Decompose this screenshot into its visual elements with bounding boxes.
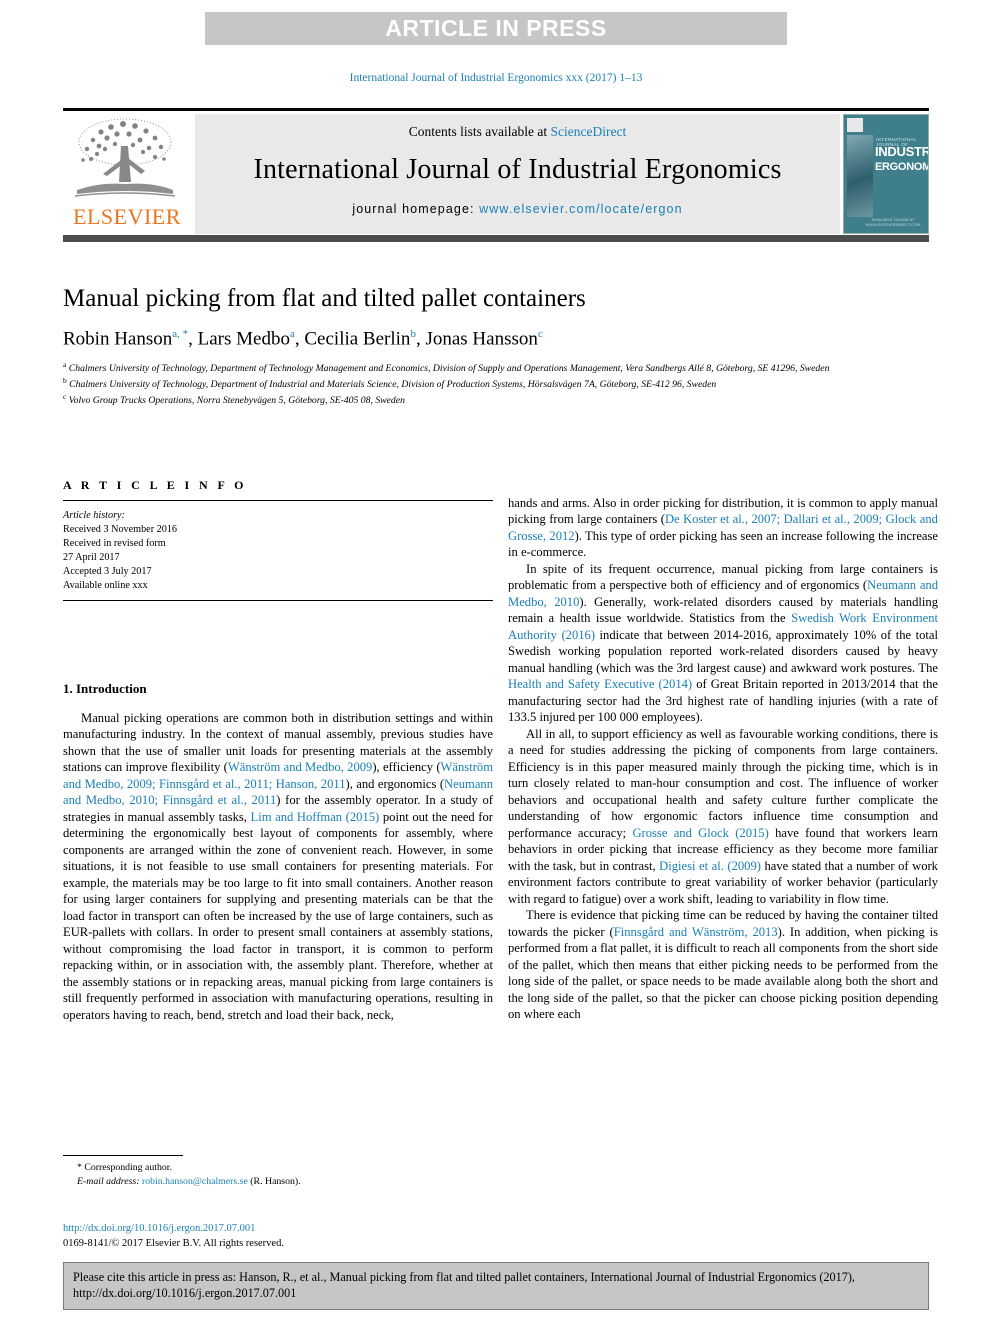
affiliation-list: a Chalmers University of Technology, Dep… xyxy=(63,360,929,408)
page-title: Manual picking from flat and tilted pall… xyxy=(63,285,586,312)
email-suffix: (R. Hanson). xyxy=(247,1176,301,1188)
article-history: Article history: Received 3 November 201… xyxy=(63,509,493,593)
copyright-line: 0169-8141/© 2017 Elsevier B.V. All right… xyxy=(63,1237,284,1249)
cover-publisher-mark xyxy=(847,118,863,132)
corresponding-author-note: * Corresponding author. xyxy=(77,1162,172,1173)
citation-link[interactable]: Health and Safety Executive (2014) xyxy=(508,677,692,691)
right-column: hands and arms. Also in order picking fo… xyxy=(508,495,938,1023)
journal-homepage-line: journal homepage: www.elsevier.com/locat… xyxy=(352,202,682,216)
author-name: Robin Hanson xyxy=(63,328,173,350)
article-in-press-banner: ARTICLE IN PRESS xyxy=(205,12,787,45)
author-marks: b xyxy=(410,327,416,340)
citation-link[interactable]: Grosse and Glock (2015) xyxy=(632,826,768,840)
contents-prefix: Contents lists available at xyxy=(408,124,551,139)
journal-masthead: ELSEVIER Contents lists available at Sci… xyxy=(63,108,929,242)
right-paragraph-3: All in all, to support efficiency as wel… xyxy=(508,726,938,907)
history-item: Received in revised form xyxy=(63,537,166,549)
elsevier-wordmark: ELSEVIER xyxy=(73,204,181,229)
affiliation-mark: a xyxy=(63,360,67,370)
right-paragraph-1: hands and arms. Also in order picking fo… xyxy=(508,495,938,561)
running-head: International Journal of Industrial Ergo… xyxy=(349,72,643,84)
footnote-rule xyxy=(63,1155,183,1156)
affiliation-mark: c xyxy=(63,392,67,402)
title-block: Manual picking from flat and tilted pall… xyxy=(63,285,929,408)
intro-text-e: point out the need for determining the e… xyxy=(63,809,493,1022)
masthead-bottom-rule xyxy=(63,235,929,242)
affiliation-text: Chalmers University of Technology, Depar… xyxy=(69,379,717,391)
email-link[interactable]: robin.hanson@chalmers.se xyxy=(142,1176,248,1187)
journal-cover-thumbnail: INTERNATIONAL JOURNAL OF INDUSTRIAL ERGO… xyxy=(843,114,929,234)
article-info-rule-bottom xyxy=(63,599,493,601)
history-item: 27 April 2017 xyxy=(63,551,120,563)
p3-text-a: All in all, to support efficiency as wel… xyxy=(508,726,938,840)
cover-title-line1: INDUSTRIAL xyxy=(875,144,928,159)
citation-link[interactable]: Digiesi et al. (2009) xyxy=(659,859,761,873)
author-name: Lars Medbo xyxy=(197,328,290,350)
article-in-press-label: ARTICLE IN PRESS xyxy=(385,15,607,41)
intro-text-c: ), and ergonomics ( xyxy=(345,776,445,791)
journal-title: International Journal of Industrial Ergo… xyxy=(253,154,782,185)
elsevier-logo: ELSEVIER xyxy=(63,114,191,234)
affiliation-text: Volvo Group Trucks Operations, Norra Ste… xyxy=(68,395,405,407)
citation-link[interactable]: Wänström and Medbo, 2009 xyxy=(228,760,372,774)
intro-text-b: ), efficiency ( xyxy=(372,760,441,775)
cite-this-article-box: Please cite this article in press as: Ha… xyxy=(63,1262,929,1310)
paper-page: ARTICLE IN PRESS International Journal o… xyxy=(0,0,992,1323)
citation-link[interactable]: Lim and Hoffman (2015) xyxy=(251,810,380,824)
masthead-center: Contents lists available at ScienceDirec… xyxy=(195,114,840,234)
author-name: Jonas Hansson xyxy=(425,328,538,350)
affiliation-item: b Chalmers University of Technology, Dep… xyxy=(63,376,929,392)
citation-link[interactable]: Finnsgård and Wänström, 2013 xyxy=(614,925,778,939)
affiliation-mark: b xyxy=(63,376,67,386)
right-paragraph-4: There is evidence that picking time can … xyxy=(508,907,938,1022)
author-marks: a, * xyxy=(172,327,189,340)
elsevier-tree-icon xyxy=(74,118,176,197)
masthead-top-rule xyxy=(63,108,929,111)
left-column: A R T I C L E I N F O Article history: R… xyxy=(63,478,493,1023)
homepage-label: journal homepage: xyxy=(352,202,480,216)
right-paragraph-2: In spite of its frequent occurrence, man… xyxy=(508,561,938,726)
email-label: E-mail address: xyxy=(77,1176,142,1188)
affiliation-item: a Chalmers University of Technology, Dep… xyxy=(63,360,929,376)
article-history-label: Article history: xyxy=(63,510,125,521)
affiliation-item: c Volvo Group Trucks Operations, Norra S… xyxy=(63,392,929,408)
affiliation-text: Chalmers University of Technology, Depar… xyxy=(68,363,830,375)
intro-paragraph: Manual picking operations are common bot… xyxy=(63,710,493,1023)
author-marks: a xyxy=(289,327,295,340)
doi-block: http://dx.doi.org/10.1016/j.ergon.2017.0… xyxy=(63,1222,493,1251)
section-heading-introduction: 1. Introduction xyxy=(63,680,147,696)
author-list: Robin Hansona, *, Lars Medboa, Cecilia B… xyxy=(63,327,543,350)
footnote-text: * Corresponding author. E-mail address: … xyxy=(63,1161,493,1189)
author-marks: c xyxy=(537,327,543,340)
history-item: Accepted 3 July 2017 xyxy=(63,565,152,577)
doi-link[interactable]: http://dx.doi.org/10.1016/j.ergon.2017.0… xyxy=(63,1222,493,1237)
article-info-heading: A R T I C L E I N F O xyxy=(63,478,247,492)
cover-title-line2: ERGONOMICS xyxy=(875,161,928,173)
homepage-link[interactable]: www.elsevier.com/locate/ergon xyxy=(479,202,683,216)
footnote-block: * Corresponding author. E-mail address: … xyxy=(63,1155,493,1189)
cover-artwork xyxy=(847,135,873,217)
history-item: Available online xxx xyxy=(63,579,148,591)
email-note: E-mail address: robin.hanson@chalmers.se… xyxy=(63,1175,493,1189)
article-info-rule-top xyxy=(63,500,493,501)
history-item: Received 3 November 2016 xyxy=(63,523,178,535)
author-name: Cecilia Berlin xyxy=(304,328,411,350)
cover-footer: AVAILABLE ONLINE AT WWW.SCIENCEDIRECT.CO… xyxy=(865,217,921,227)
contents-list-line: Contents lists available at ScienceDirec… xyxy=(409,124,626,140)
p4-text-b: ). In addition, when picking is performe… xyxy=(508,924,938,1022)
sciencedirect-link[interactable]: ScienceDirect xyxy=(551,124,627,139)
